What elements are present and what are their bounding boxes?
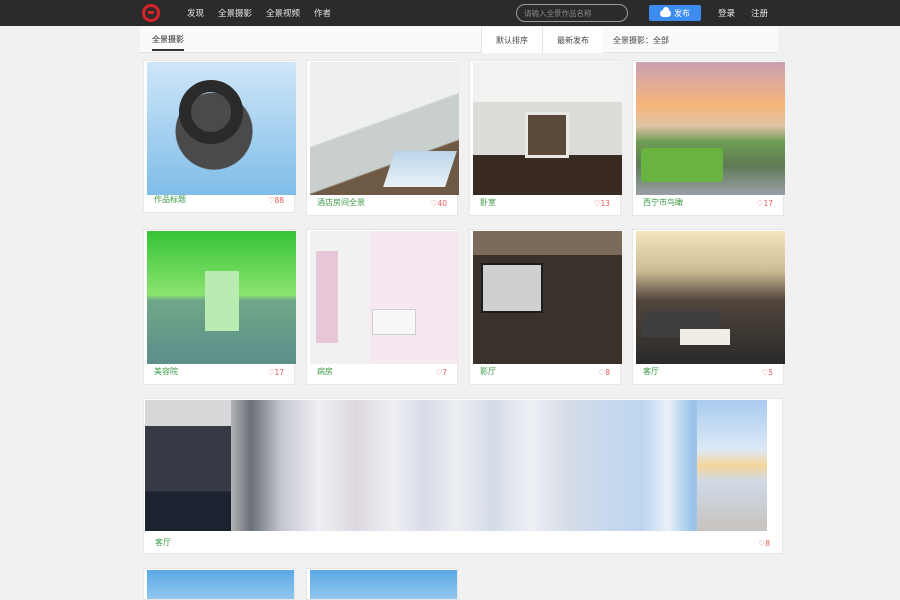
card-thumbnail[interactable] bbox=[310, 570, 457, 599]
category-filter[interactable]: 全景摄影：全部 bbox=[603, 27, 669, 53]
work-card-partial[interactable] bbox=[306, 568, 458, 600]
site-logo[interactable] bbox=[142, 4, 160, 22]
register-link[interactable]: 注册 bbox=[751, 7, 768, 19]
card-title[interactable]: 酒店房间全景 bbox=[317, 197, 365, 208]
card-title[interactable]: 作品标题 bbox=[154, 194, 186, 205]
card-title[interactable]: 西宁市鸟瞰 bbox=[643, 197, 683, 208]
main-nav: 发现 全景摄影 全景视频 作者 bbox=[187, 7, 331, 19]
work-card[interactable]: 客厅 ♡5 bbox=[632, 229, 785, 385]
top-bar: 发现 全景摄影 全景视频 作者 发布 登录 注册 bbox=[0, 0, 900, 26]
work-card[interactable]: 作品标题 ♡88 bbox=[143, 60, 296, 213]
like-count[interactable]: ♡7 bbox=[436, 368, 448, 377]
card-thumbnail[interactable] bbox=[636, 231, 785, 364]
like-count[interactable]: ♡5 bbox=[762, 368, 774, 377]
sort-latest[interactable]: 最新发布 bbox=[542, 27, 603, 53]
publish-button[interactable]: 发布 bbox=[649, 5, 701, 21]
publish-label: 发布 bbox=[674, 8, 690, 18]
card-title[interactable]: 客厅 bbox=[643, 366, 659, 377]
work-card[interactable]: 西宁市鸟瞰 ♡17 bbox=[632, 60, 785, 216]
like-count[interactable]: ♡88 bbox=[268, 196, 284, 205]
like-count[interactable]: ♡8 bbox=[599, 368, 611, 377]
work-card[interactable]: 酒店房间全景 ♡40 bbox=[306, 60, 459, 216]
login-link[interactable]: 登录 bbox=[718, 7, 735, 19]
sort-filters: 默认排序 最新发布 全景摄影：全部 bbox=[481, 27, 669, 53]
work-card-partial[interactable] bbox=[143, 568, 295, 600]
nav-item-discover[interactable]: 发现 bbox=[187, 7, 204, 19]
featured-like-count[interactable]: ♡8 bbox=[759, 539, 771, 548]
like-count[interactable]: ♡17 bbox=[268, 368, 284, 377]
nav-item-authors[interactable]: 作者 bbox=[314, 7, 331, 19]
sort-default[interactable]: 默认排序 bbox=[481, 27, 542, 53]
card-thumbnail[interactable] bbox=[310, 231, 459, 364]
cloud-upload-icon bbox=[660, 6, 671, 17]
tab-panorama-photo[interactable]: 全景摄影 bbox=[152, 34, 184, 51]
card-title[interactable]: 美容院 bbox=[154, 366, 178, 377]
category-tab-strip: 全景摄影 默认排序 最新发布 全景摄影：全部 bbox=[140, 27, 778, 53]
card-thumbnail[interactable] bbox=[473, 231, 622, 364]
work-card[interactable]: 病房 ♡7 bbox=[306, 229, 459, 385]
nav-item-panorama-photo[interactable]: 全景摄影 bbox=[218, 7, 252, 19]
like-count[interactable]: ♡40 bbox=[431, 199, 447, 208]
card-title[interactable]: 影厅 bbox=[480, 366, 496, 377]
search-input[interactable] bbox=[516, 4, 628, 22]
card-thumbnail[interactable] bbox=[147, 231, 296, 364]
work-card[interactable]: 影厅 ♡8 bbox=[469, 229, 622, 385]
work-card[interactable]: 美容院 ♡17 bbox=[143, 229, 296, 385]
card-title[interactable]: 卧室 bbox=[480, 197, 496, 208]
featured-thumbnail[interactable] bbox=[145, 400, 767, 531]
card-title[interactable]: 病房 bbox=[317, 366, 333, 377]
nav-item-panorama-video[interactable]: 全景视频 bbox=[266, 7, 300, 19]
card-thumbnail[interactable] bbox=[310, 62, 459, 195]
featured-title[interactable]: 客厅 bbox=[155, 537, 171, 548]
card-thumbnail[interactable] bbox=[147, 570, 294, 599]
card-thumbnail[interactable] bbox=[636, 62, 785, 195]
card-thumbnail[interactable] bbox=[147, 62, 296, 195]
like-count[interactable]: ♡13 bbox=[594, 199, 610, 208]
featured-wide-card[interactable]: 客厅 ♡8 bbox=[143, 398, 783, 554]
like-count[interactable]: ♡17 bbox=[757, 199, 773, 208]
work-card[interactable]: 卧室 ♡13 bbox=[469, 60, 622, 216]
card-thumbnail[interactable] bbox=[473, 62, 622, 195]
